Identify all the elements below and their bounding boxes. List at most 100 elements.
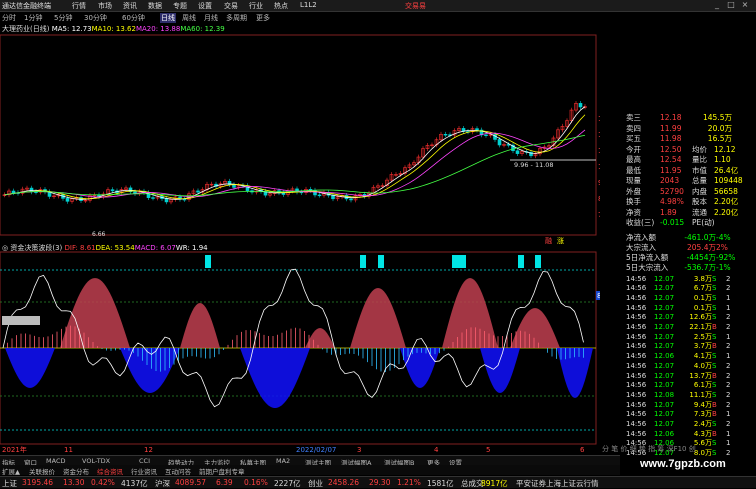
indicator-area <box>400 348 440 388</box>
tick-cell: 14:56 <box>626 390 647 399</box>
ma-series <box>4 106 586 200</box>
quote-key2: 量比 <box>692 155 707 164</box>
close-button[interactable]: × <box>740 0 750 10</box>
tick-cell: 12.07 <box>654 361 675 370</box>
quote-value2: 26.4亿 <box>714 165 739 175</box>
quote-key: 换手 <box>626 197 641 206</box>
tag-rong: 融 <box>545 236 552 245</box>
quote-value: 1.89 <box>660 207 677 217</box>
tick-cell: 2 <box>726 323 731 331</box>
candle <box>164 198 169 203</box>
quote-volume: 145.5万 <box>703 113 732 122</box>
candle <box>515 150 520 154</box>
flow-pct: -1% <box>716 262 731 272</box>
tick-cell: 4.3万 <box>693 429 712 438</box>
tick-cell: 2 <box>726 313 731 322</box>
quote-value: 11.98 <box>660 134 682 143</box>
tick-cell: S <box>712 274 717 283</box>
quote-row: 最低 11.95 市值 26.4亿 <box>626 165 738 176</box>
flow-pct: -92% <box>716 252 736 262</box>
tick-cell: 14:56 <box>626 313 647 322</box>
tick-cell: 2 <box>726 274 731 283</box>
link-tab-0[interactable]: 扩展▲ <box>2 466 20 476</box>
candle <box>196 190 200 193</box>
status-bar: 上证 3195.46 13.30 0.42% 4137亿 沪深 4089.57 6.39 0.1… <box>0 476 756 488</box>
tick-cell: B <box>712 342 717 351</box>
quote-volume: 16.5万 <box>707 134 732 143</box>
tick-cell: B <box>712 371 717 380</box>
quote-key2: 总量 <box>692 176 707 185</box>
index-change: 6.39 <box>216 478 233 487</box>
link-tab-4[interactable]: 行业资讯 <box>131 466 157 476</box>
tick-cell: 6.7万 <box>693 284 712 293</box>
quote-row: 最高 12.54 量比 1.10 <box>626 154 731 165</box>
tick-row: 14:56 12.07 3.7万B 2 <box>626 341 736 351</box>
quote-value: -0.015 <box>660 218 685 227</box>
tick-cell: 12.07 <box>654 323 675 331</box>
index-change: 13.30 <box>63 478 85 487</box>
tick-row: 14:56 12.07 22.1万B 2 <box>626 322 736 332</box>
link-tab-1[interactable]: 关联报价 <box>29 466 55 476</box>
index-value: 4089.57 <box>175 478 207 487</box>
tick-cell: 2 <box>726 400 731 409</box>
tick-cell: 11.1万 <box>689 390 712 399</box>
tick-cell: S <box>712 313 717 322</box>
indicator-tab-2[interactable]: MACD <box>46 457 65 465</box>
link-tab-6[interactable]: 前期户盘利专章 <box>199 466 245 476</box>
indicator-tab-8[interactable]: MA2 <box>276 457 290 465</box>
indicator-area <box>557 348 593 398</box>
maximize-button[interactable]: □ <box>726 0 736 10</box>
tick-row: 14:56 12.07 13.7万B 2 <box>626 371 736 381</box>
ma-line-1 <box>4 114 586 200</box>
tick-cell: 12.07 <box>654 410 675 419</box>
minimize-button[interactable]: _ <box>712 0 722 10</box>
index-pct: 1.21% <box>397 478 421 487</box>
quote-value: 2043 <box>660 176 680 185</box>
kline-chart[interactable]: 13.0012.0011.0010.009.008.007.00100.0090… <box>0 0 600 455</box>
time-tick: 5 <box>486 446 490 454</box>
indicator-name: 资金决策波段(3) <box>10 244 63 252</box>
quote-key: 卖四 <box>626 123 641 133</box>
quote-key2: 市值 <box>692 165 707 175</box>
tick-cell: 2.4万 <box>693 420 712 428</box>
tick-cell: 12.07 <box>654 293 675 302</box>
range-annotation: 9.96 - 11.08 <box>514 161 554 169</box>
link-tab-2[interactable]: 资金分布 <box>63 466 89 476</box>
quote-row: 换手 4.98% 股本 2.20亿 <box>626 196 738 207</box>
indicator-series <box>2 255 593 408</box>
quote-row: 买五 11.98 16.5万 <box>626 133 732 144</box>
tick-cell: 2 <box>726 342 731 351</box>
tick-row: 14:56 12.06 4.3万B 1 <box>626 429 736 439</box>
quote-value: 11.95 <box>660 165 682 175</box>
tick-row: 14:56 12.07 4.0万S 2 <box>626 361 736 371</box>
indicator-tab-3[interactable]: VOL-TDX <box>82 457 110 465</box>
quote-key2: 均价 <box>692 144 707 154</box>
tick-cell: 1 <box>726 332 731 341</box>
quote-row: 卖四 11.99 20.0万 <box>626 123 732 134</box>
tick-cell: 7.3万 <box>693 410 712 419</box>
time-tick: 11 <box>64 446 73 454</box>
quote-value: 12.18 <box>660 113 682 122</box>
tick-cell: 1 <box>726 352 731 361</box>
tick-cell: 2 <box>726 381 731 390</box>
tick-cell: 12.08 <box>654 390 675 399</box>
quote-row: 收益(三) -0.015 PE(动) <box>626 217 715 228</box>
candle <box>443 133 448 136</box>
tick-cell: 12.07 <box>654 332 675 341</box>
candle <box>182 198 187 201</box>
tick-row: 14:56 12.06 4.1万S 1 <box>626 351 736 361</box>
tick-cell: 14:56 <box>626 284 647 293</box>
indicator-tab-4[interactable]: CCI <box>139 457 150 465</box>
link-tab-3[interactable]: 综合资讯 <box>97 466 123 476</box>
time-tick: 2022/02/07 <box>296 446 336 454</box>
tick-cell: 12.07 <box>654 381 675 390</box>
tick-cell: 12.06 <box>654 429 675 438</box>
indicator-item-3: WR: 1.94 <box>175 244 208 252</box>
indicator-area <box>510 308 560 348</box>
candle <box>65 198 70 202</box>
panel-footer-tabs[interactable]: 分 笔 价 细 势 指 筹 深F10 创 <box>602 444 696 454</box>
link-tab-5[interactable]: 互动问答 <box>165 466 191 476</box>
tick-cell: B <box>712 323 717 331</box>
tick-cell: 14:56 <box>626 342 647 351</box>
tick-row: 14:56 12.07 2.5万S 1 <box>626 332 736 342</box>
